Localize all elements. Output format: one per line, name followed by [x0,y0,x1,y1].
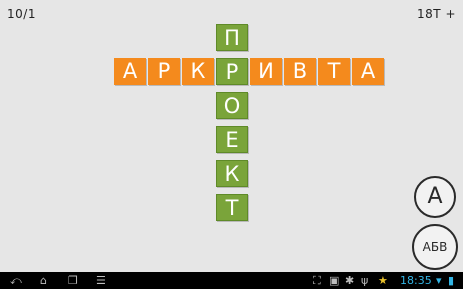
letter-tile: Р [148,58,180,85]
letter-tile: П [216,24,248,51]
menu-icon[interactable]: ☰ [96,274,106,287]
level-indicator: 10/1 [7,7,36,21]
letter-tile: И [250,58,282,85]
back-icon[interactable]: ⤺ [10,274,22,287]
hint-word-button[interactable]: АБВ [412,224,458,270]
letter-tile: В [284,58,316,85]
recent-apps-icon[interactable]: ❐ [68,274,78,287]
home-icon[interactable]: ⌂ [40,274,47,287]
letter-tile-intersection: Р [216,58,248,85]
coins-counter[interactable]: 18T + [417,7,456,21]
gallery-icon: ▣ [329,274,340,287]
hint-letter-button[interactable]: А [414,176,456,218]
letter-tile: А [352,58,384,85]
wifi-icon: ▾ [436,274,442,287]
star-icon: ★ [378,274,388,287]
letter-tile: Е [216,126,248,153]
usb-icon: ψ [361,274,369,287]
status-clock: 18:35 [400,274,432,287]
letter-tile: О [216,92,248,119]
battery-icon: ▮ [448,274,455,287]
letter-tile: А [114,58,146,85]
letter-tile: Т [318,58,350,85]
game-screen: 10/1 18T + А Р К И В Т А П Р О Е К Т А А… [0,0,463,289]
letter-tile: Т [216,194,248,221]
system-navigation-bar: ⤺ ⌂ ❐ ☰ ⛶ ▣ ✱ ψ ★ 18:35 ▾ ▮ [0,272,463,289]
letter-tile: К [216,160,248,187]
letter-tile: К [182,58,214,85]
android-debug-icon: ✱ [345,274,355,287]
screenshot-icon: ⛶ [313,274,321,287]
